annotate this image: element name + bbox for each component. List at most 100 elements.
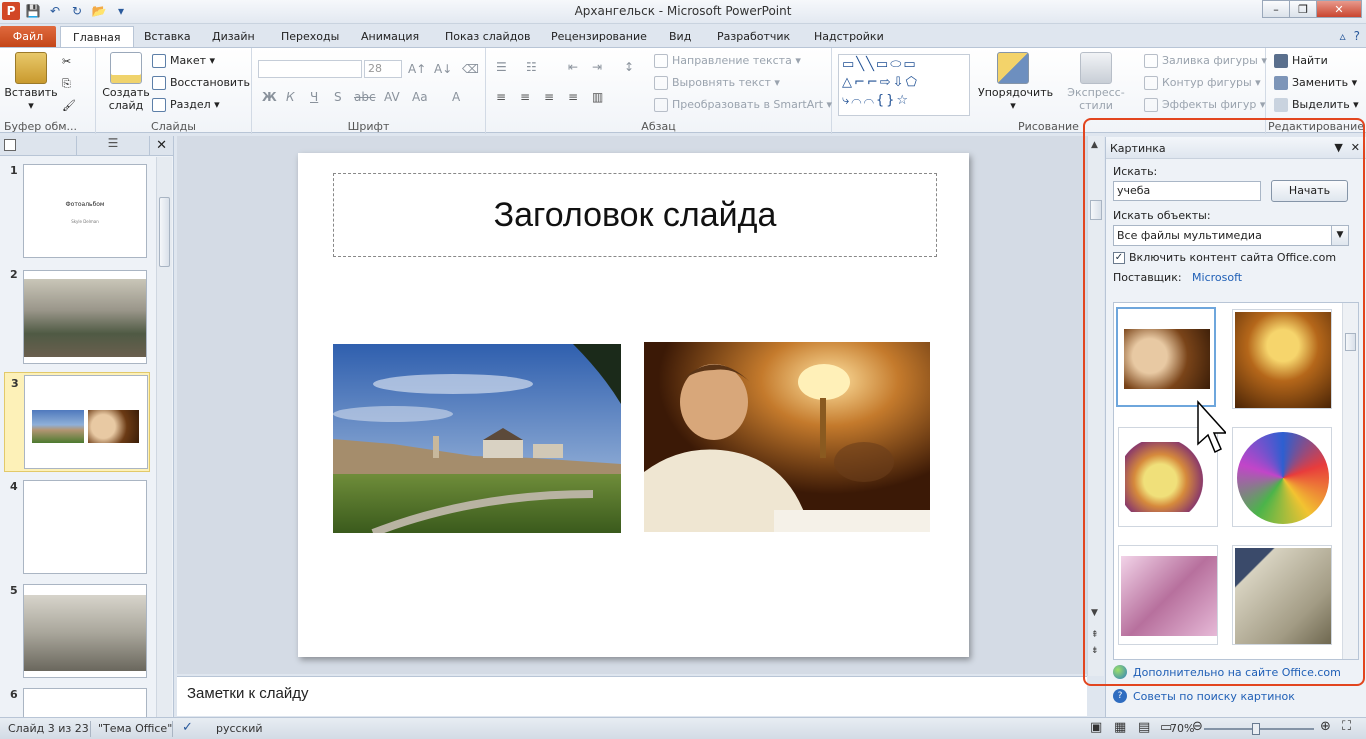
paste-button[interactable]: Вставить ▾: [4, 52, 58, 112]
tab-home[interactable]: Главная: [60, 26, 134, 48]
scroll-thumb[interactable]: [159, 197, 170, 267]
zoom-in-icon[interactable]: ⊕: [1320, 719, 1331, 734]
results-scrollbar[interactable]: [1342, 303, 1358, 659]
photo-student-studying[interactable]: [644, 342, 930, 532]
align-center-icon[interactable]: ≡: [520, 90, 530, 104]
provider-link[interactable]: Microsoft: [1192, 271, 1242, 284]
clipart-result[interactable]: [1118, 545, 1218, 645]
clipart-result[interactable]: [1232, 309, 1332, 409]
shape-effects-button[interactable]: Эффекты фигур ▾: [1144, 95, 1265, 115]
minimize-button[interactable]: –: [1262, 0, 1290, 18]
more-office-row[interactable]: Дополнительно на сайте Office.com: [1113, 665, 1341, 679]
shape-fill-button[interactable]: Заливка фигуры ▾: [1144, 51, 1267, 71]
scroll-up-icon[interactable]: ▲: [1091, 140, 1098, 150]
zoom-slider-knob[interactable]: [1252, 723, 1260, 735]
slide-thumbnail[interactable]: [23, 480, 147, 574]
go-button[interactable]: Начать: [1271, 180, 1348, 202]
slide[interactable]: Заголовок слайда: [298, 153, 969, 657]
tab-addins[interactable]: Надстройки: [812, 26, 886, 48]
italic-button[interactable]: К: [286, 90, 295, 104]
zoom-out-icon[interactable]: ⊖: [1192, 719, 1203, 734]
tab-animations[interactable]: Анимация: [359, 26, 421, 48]
bullets-icon[interactable]: ☰: [496, 60, 507, 74]
search-input[interactable]: учеба: [1113, 181, 1261, 201]
layout-button[interactable]: Макет ▾: [152, 51, 215, 71]
tab-insert[interactable]: Вставка: [142, 26, 193, 48]
pane-menu-icon[interactable]: ▼: [1334, 141, 1342, 154]
select-button[interactable]: Выделить ▾: [1274, 95, 1359, 115]
slide-scrollbar[interactable]: ▲ ▼ ⇞ ⇟: [1087, 136, 1104, 676]
outline-tab-icon[interactable]: ☰: [76, 136, 150, 156]
new-slide-button[interactable]: Создать слайд: [102, 52, 150, 112]
more-office-link[interactable]: Дополнительно на сайте Office.com: [1133, 666, 1341, 679]
format-painter-icon[interactable]: 🖌: [62, 96, 76, 116]
slides-tab-icon[interactable]: [4, 139, 16, 151]
normal-view-icon[interactable]: ▣: [1090, 720, 1102, 735]
underline-button[interactable]: Ч: [310, 90, 318, 104]
scroll-thumb[interactable]: [1345, 333, 1356, 351]
increase-indent-icon[interactable]: ⇥: [592, 60, 602, 74]
slide-thumbnail-row-selected[interactable]: 3: [4, 372, 150, 472]
close-button[interactable]: ✕: [1316, 0, 1362, 18]
language[interactable]: русский: [216, 722, 263, 735]
font-color-button[interactable]: A: [452, 90, 460, 104]
scroll-thumb[interactable]: [1090, 200, 1102, 220]
align-left-icon[interactable]: ≡: [496, 90, 506, 104]
slide-thumbnail[interactable]: [23, 270, 147, 364]
clipart-result[interactable]: [1232, 545, 1332, 645]
clipart-result[interactable]: [1116, 307, 1216, 407]
slide-thumbnail-row[interactable]: 5: [0, 580, 156, 684]
include-office-checkbox-row[interactable]: ✓ Включить контент сайта Office.com: [1113, 251, 1336, 264]
tab-design[interactable]: Дизайн: [210, 26, 257, 48]
slide-sorter-icon[interactable]: ▦: [1114, 720, 1126, 735]
slide-thumbnail-row[interactable]: 2: [0, 264, 156, 368]
close-panel-icon[interactable]: ✕: [156, 138, 167, 153]
media-type-select[interactable]: Все файлы мультимедиа ▼: [1113, 225, 1349, 246]
change-case-button[interactable]: Aa: [412, 90, 428, 104]
arrange-button[interactable]: Упорядочить ▾: [978, 52, 1053, 112]
slide-thumbnail[interactable]: [23, 584, 147, 678]
quick-styles-button[interactable]: Экспресс-стили: [1054, 52, 1138, 112]
slide-thumbnail-row[interactable]: 1 Фотоальбом Skyle Delman: [0, 160, 156, 264]
maximize-button[interactable]: ❐: [1289, 0, 1317, 18]
decrease-indent-icon[interactable]: ⇤: [568, 60, 578, 74]
reading-view-icon[interactable]: ▤: [1138, 720, 1150, 735]
strikethrough-button[interactable]: abc: [354, 90, 376, 104]
reset-button[interactable]: Восстановить: [152, 73, 250, 93]
clear-format-icon[interactable]: ⌫: [462, 62, 479, 76]
spellcheck-icon[interactable]: ✓: [182, 720, 193, 735]
tab-review[interactable]: Рецензирование: [549, 26, 649, 48]
shapes-gallery[interactable]: ▭╲╲▭⬭▭ △⌐⌐⇨⇩⬠ ⤷⌒⌒{}☆: [838, 54, 970, 116]
grow-font-icon[interactable]: A↑: [408, 62, 426, 76]
include-office-checkbox[interactable]: ✓: [1113, 251, 1125, 264]
scroll-down-icon[interactable]: ▼: [1091, 608, 1098, 618]
section-button[interactable]: Раздел ▾: [152, 95, 220, 115]
tab-file[interactable]: Файл: [0, 26, 56, 48]
cut-icon[interactable]: ✂: [62, 52, 71, 72]
tab-view[interactable]: Вид: [667, 26, 693, 48]
find-button[interactable]: Найти: [1274, 51, 1328, 71]
slide-title-placeholder[interactable]: Заголовок слайда: [333, 173, 937, 257]
slide-thumbnail-row[interactable]: 4: [0, 476, 156, 580]
previous-slide-icon[interactable]: ⇞: [1091, 630, 1099, 640]
slide-thumbnail[interactable]: [23, 688, 147, 718]
tips-link[interactable]: Советы по поиску картинок: [1133, 690, 1295, 703]
copy-icon[interactable]: ⎘: [62, 74, 71, 94]
shape-outline-button[interactable]: Контур фигуры ▾: [1144, 73, 1261, 93]
zoom-level[interactable]: 70%: [1170, 722, 1194, 735]
fit-to-window-icon[interactable]: ⛶: [1342, 719, 1351, 734]
font-size-combo[interactable]: 28: [364, 60, 402, 78]
notes-pane[interactable]: Заметки к слайду: [177, 676, 1087, 716]
align-text-button[interactable]: Выровнять текст ▾: [654, 73, 780, 93]
tab-slideshow[interactable]: Показ слайдов: [443, 26, 533, 48]
tips-row[interactable]: ? Советы по поиску картинок: [1113, 689, 1295, 703]
slides-panel-scrollbar[interactable]: [156, 157, 172, 717]
justify-icon[interactable]: ≡: [568, 90, 578, 104]
collapse-ribbon-icon[interactable]: ▵: [1340, 29, 1346, 43]
shrink-font-icon[interactable]: A↓: [434, 62, 452, 76]
help-icon[interactable]: ?: [1354, 29, 1360, 43]
photo-solovetsky-monastery[interactable]: [333, 344, 621, 533]
char-spacing-button[interactable]: AV: [384, 90, 400, 104]
text-direction-button[interactable]: Направление текста ▾: [654, 51, 801, 71]
shadow-button[interactable]: S: [334, 90, 342, 104]
